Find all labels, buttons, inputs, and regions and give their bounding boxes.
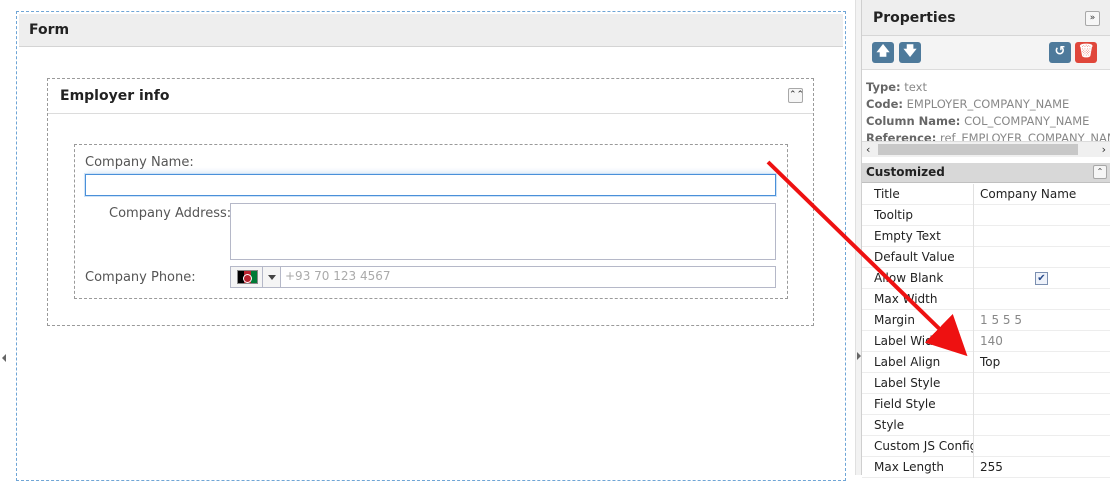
company-address-textarea[interactable] xyxy=(230,203,776,260)
fieldset-title: Employer info xyxy=(60,88,170,104)
scrollbar-thumb[interactable] xyxy=(878,144,1078,155)
company-phone-label: Company Phone: xyxy=(85,270,196,285)
info-code: Code: EMPLOYER_COMPANY_NAME xyxy=(866,97,1069,111)
fieldset-header: Employer info ⌃⌃ xyxy=(48,79,813,114)
property-name: Default Value xyxy=(862,247,974,268)
form-header: Form xyxy=(19,14,843,47)
form-designer-canvas: Form Employer info ⌃⌃ Company Name: Comp… xyxy=(0,0,855,481)
collapse-up-icon[interactable]: ⌃⌃ xyxy=(788,88,804,103)
form-title: Form xyxy=(29,22,70,38)
property-name: Tooltip xyxy=(862,205,974,226)
property-row[interactable]: Allow Blank ✔ xyxy=(862,268,1110,289)
company-name-input[interactable] xyxy=(85,174,776,196)
customized-title: Customized xyxy=(866,165,945,179)
property-value[interactable]: Top xyxy=(980,355,1000,369)
property-row[interactable]: Max Width xyxy=(862,289,1110,310)
property-row[interactable]: Margin 1 5 5 5 xyxy=(862,310,1110,331)
property-name: Title xyxy=(862,184,974,205)
scroll-left-icon[interactable]: ‹ xyxy=(866,143,870,156)
info-column: Column Name: COL_COMPANY_NAME xyxy=(866,114,1089,128)
scroll-right-icon[interactable]: › xyxy=(1102,143,1106,156)
property-row[interactable]: Default Value xyxy=(862,247,1110,268)
trash-icon[interactable]: 🗑 xyxy=(1075,42,1097,63)
property-row[interactable]: Custom JS Config xyxy=(862,436,1110,457)
company-phone-field[interactable]: +93 70 123 4567 xyxy=(230,266,776,288)
property-row[interactable]: Label Width 140 xyxy=(862,331,1110,352)
property-value[interactable]: Company Name xyxy=(980,187,1076,201)
info-type-label: Type: xyxy=(866,80,901,94)
company-address-label: Company Address: xyxy=(109,206,232,221)
property-row[interactable]: Tooltip xyxy=(862,205,1110,226)
form-panel[interactable]: Form Employer info ⌃⌃ Company Name: Comp… xyxy=(16,11,846,481)
afghanistan-flag-icon xyxy=(237,270,258,284)
arrow-down-icon[interactable]: 🡇 xyxy=(899,42,921,63)
field-container[interactable]: Company Name: Company Address: Company P… xyxy=(74,144,788,299)
property-name: Empty Text xyxy=(862,226,974,247)
customized-section-header[interactable]: Customized ⌃ xyxy=(862,163,1110,183)
property-grid: Title Company Name Tooltip Empty Text Defaul… xyxy=(862,184,1110,478)
property-row[interactable]: Title Company Name xyxy=(862,184,1110,205)
double-chevron-right-icon[interactable]: » xyxy=(1085,11,1100,26)
property-name: Label Align xyxy=(862,352,974,373)
info-column-label: Column Name: xyxy=(866,114,961,128)
properties-panel: Properties » 🡅 🡇 ↺ 🗑 Type: text Code: EM… xyxy=(861,0,1110,478)
property-value[interactable]: 1 5 5 5 xyxy=(980,313,1022,327)
chevron-down-icon[interactable] xyxy=(262,267,280,287)
property-name: Field Style xyxy=(862,394,974,415)
country-code-select[interactable] xyxy=(231,267,281,287)
property-name: Style xyxy=(862,415,974,436)
info-type-value: text xyxy=(904,80,927,94)
arrow-up-icon[interactable]: 🡅 xyxy=(872,42,894,63)
property-row[interactable]: Style xyxy=(862,415,1110,436)
company-name-label: Company Name: xyxy=(85,155,194,170)
employer-info-fieldset[interactable]: Employer info ⌃⌃ Company Name: Company A… xyxy=(47,78,814,326)
property-row[interactable]: Field Style xyxy=(862,394,1110,415)
property-name: Label Width xyxy=(862,331,974,352)
info-horizontal-scrollbar[interactable]: ‹ › xyxy=(862,141,1110,157)
info-type: Type: text xyxy=(866,80,927,94)
collapse-up-icon[interactable]: ⌃ xyxy=(1093,165,1107,179)
property-value[interactable]: 255 xyxy=(980,460,1003,474)
properties-toolbar: 🡅 🡇 ↺ 🗑 xyxy=(862,36,1110,70)
property-name: Margin xyxy=(862,310,974,331)
undo-icon[interactable]: ↺ xyxy=(1049,42,1071,63)
info-code-label: Code: xyxy=(866,97,903,111)
info-column-value: COL_COMPANY_NAME xyxy=(964,114,1090,128)
properties-header: Properties » xyxy=(862,0,1110,36)
property-name: Custom JS Config xyxy=(862,436,974,457)
company-phone-input[interactable]: +93 70 123 4567 xyxy=(285,269,390,283)
properties-title: Properties xyxy=(873,10,956,26)
property-row[interactable]: Empty Text xyxy=(862,226,1110,247)
info-code-value: EMPLOYER_COMPANY_NAME xyxy=(906,97,1070,111)
property-value[interactable]: 140 xyxy=(980,334,1003,348)
property-name: Allow Blank xyxy=(862,268,974,289)
left-panel-collapse-handle[interactable] xyxy=(0,340,6,376)
property-name: Label Style xyxy=(862,373,974,394)
property-name: Max Width xyxy=(862,289,974,310)
allow-blank-checkbox[interactable]: ✔ xyxy=(1035,272,1048,285)
property-row[interactable]: Label Align Top xyxy=(862,352,1110,373)
property-row[interactable]: Label Style xyxy=(862,373,1110,394)
